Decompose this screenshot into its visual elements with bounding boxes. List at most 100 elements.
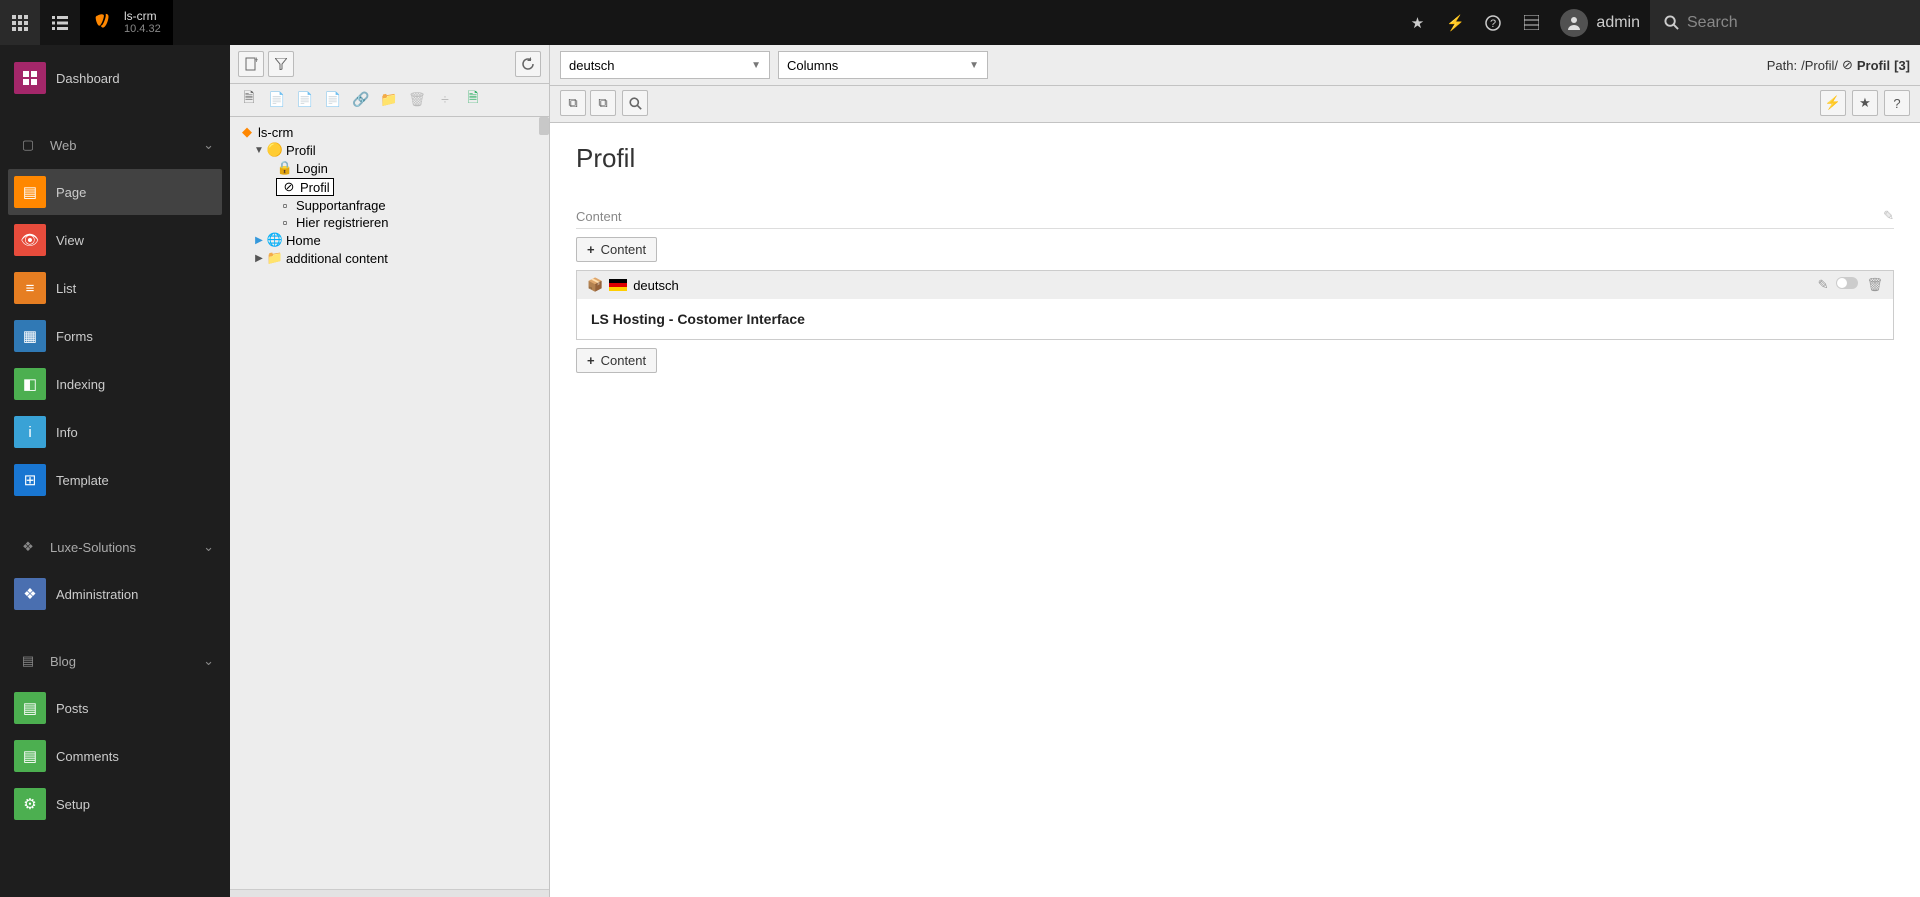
module-comments[interactable]: ▤ Comments <box>8 733 222 779</box>
refresh-button[interactable] <box>515 51 541 77</box>
column-header: Content ✎ <box>576 204 1894 229</box>
admin-icon: ❖ <box>14 578 46 610</box>
flag-de-icon <box>609 279 627 291</box>
file-icon: ▢ <box>16 133 40 157</box>
column-resize-handle[interactable] <box>546 45 552 897</box>
page-plus-icon: ▫ <box>276 215 294 230</box>
cube-icon: ❖ <box>16 535 40 559</box>
topbar: ls-crm 10.4.32 ★ ⚡ ? admin Search <box>0 0 1920 45</box>
module-group-blog[interactable]: ▤ Blog ⌄ <box>0 639 230 683</box>
plugin-icon: 📦 <box>587 277 603 293</box>
user-menu[interactable]: admin <box>1550 0 1650 45</box>
folder-icon: 📁 <box>266 250 284 266</box>
list-toggle-icon[interactable] <box>40 0 80 45</box>
collapse-icon[interactable]: ▼ <box>252 145 266 156</box>
page-icon: ▫ <box>276 198 294 213</box>
module-view[interactable]: 👁 View <box>8 217 222 263</box>
typo3-icon: ◆ <box>238 124 256 140</box>
app-list-icon[interactable] <box>1512 0 1550 45</box>
list-icon: ≡ <box>14 272 46 304</box>
module-list[interactable]: ≡ List <box>8 265 222 311</box>
module-forms[interactable]: ▦ Forms <box>8 313 222 359</box>
expand-all-button[interactable]: ⧉ <box>590 90 616 116</box>
search-input[interactable]: Search <box>1650 0 1920 45</box>
indexing-icon: ◧ <box>14 368 46 400</box>
new-doc-icon[interactable]: 🗎 <box>238 88 260 110</box>
page-green-icon[interactable]: 🗎 <box>462 88 484 110</box>
module-administration[interactable]: ❖ Administration <box>8 571 222 617</box>
module-posts[interactable]: ▤ Posts <box>8 685 222 731</box>
expand-icon[interactable]: ▶ <box>252 235 266 246</box>
tree-root[interactable]: ◆ ls-crm <box>234 123 545 141</box>
page-icon: ▤ <box>14 176 46 208</box>
flash-icon[interactable]: ⚡ <box>1436 0 1474 45</box>
chevron-down-icon: ⌄ <box>203 653 214 669</box>
module-group-web[interactable]: ▢ Web ⌄ <box>0 123 230 167</box>
tree-node[interactable]: ▫ Supportanfrage <box>234 197 545 214</box>
chevron-down-icon: ⌄ <box>203 539 214 555</box>
delete-icon[interactable]: 🗑 <box>1866 277 1883 293</box>
page-user-icon[interactable]: 📄 <box>266 88 288 110</box>
edit-column-icon[interactable]: ✎ <box>1883 208 1894 224</box>
module-dashboard[interactable]: Dashboard <box>8 55 222 101</box>
trash-icon: 🗑 <box>406 88 428 110</box>
clear-cache-button[interactable]: ⚡ <box>1820 90 1846 116</box>
page-restricted-icon: ⊘ <box>280 179 298 195</box>
chevron-down-icon: ▼ <box>969 60 979 71</box>
modules-grid-icon[interactable] <box>0 0 40 45</box>
version-label: 10.4.32 <box>124 23 161 36</box>
setup-icon: ⚙ <box>14 788 46 820</box>
module-template[interactable]: ⊞ Template <box>8 457 222 503</box>
tree-node[interactable]: 🔒 Login <box>234 159 545 177</box>
add-content-button[interactable]: + Content <box>576 348 657 373</box>
tree-resize-handle[interactable] <box>230 889 549 897</box>
page-right-icon[interactable]: 📄 <box>294 88 316 110</box>
module-page[interactable]: ▤ Page <box>8 169 222 215</box>
search-placeholder: Search <box>1687 14 1738 32</box>
module-indexing[interactable]: ◧ Indexing <box>8 361 222 407</box>
tree-node[interactable]: ▶ 🌐 Home <box>234 231 545 249</box>
module-info[interactable]: i Info <box>8 409 222 455</box>
comments-icon: ▤ <box>14 740 46 772</box>
page-icon: 🟡 <box>266 142 284 158</box>
link-icon: 🔗 <box>350 88 372 110</box>
page-tree: ◆ ls-crm ▼ 🟡 Profil 🔒 Login ⊘ Profil ▫ S <box>230 117 549 897</box>
help-button[interactable]: ? <box>1884 90 1910 116</box>
help-icon[interactable]: ? <box>1474 0 1512 45</box>
expand-icon[interactable]: ▶ <box>252 253 266 264</box>
bookmark-button[interactable]: ★ <box>1852 90 1878 116</box>
module-group-luxe[interactable]: ❖ Luxe-Solutions ⌄ <box>0 525 230 569</box>
bookmark-icon[interactable]: ★ <box>1398 0 1436 45</box>
layout-select[interactable]: Columns ▼ <box>778 51 988 79</box>
search-content-button[interactable] <box>622 90 648 116</box>
filter-button[interactable] <box>268 51 294 77</box>
site-name: ls-crm <box>124 9 161 23</box>
new-page-button[interactable]: + <box>238 51 264 77</box>
avatar-icon <box>1560 9 1588 37</box>
plus-icon: + <box>587 353 595 368</box>
tree-node-selected[interactable]: ⊘ Profil <box>234 177 545 197</box>
divide-icon: ÷ <box>434 88 456 110</box>
page-delete-icon[interactable]: 📄 <box>322 88 344 110</box>
content-element-title: LS Hosting - Costomer Interface <box>591 311 1879 327</box>
chevron-down-icon: ⌄ <box>203 137 214 153</box>
toggle-icon[interactable] <box>1836 277 1858 293</box>
tree-node[interactable]: ▼ 🟡 Profil <box>234 141 545 159</box>
blog-icon: ▤ <box>16 649 40 673</box>
chevron-down-icon: ▼ <box>751 60 761 71</box>
search-icon <box>1664 15 1679 30</box>
module-setup[interactable]: ⚙ Setup <box>8 781 222 827</box>
content-element[interactable]: 📦 deutsch ✎ 🗑 LS Hosting - Costomer Inte… <box>576 270 1894 340</box>
edit-icon[interactable]: ✎ <box>1818 277 1829 293</box>
page-title: Profil <box>576 143 1894 174</box>
collapse-all-button[interactable]: ⧉ <box>560 90 586 116</box>
site-logo[interactable]: ls-crm 10.4.32 <box>80 0 173 45</box>
username-label: admin <box>1596 14 1640 32</box>
module-menu: Dashboard ▢ Web ⌄ ▤ Page 👁 View ≡ List ▦… <box>0 45 230 897</box>
language-select[interactable]: deutsch ▼ <box>560 51 770 79</box>
breadcrumb-path: Path: /Profil/ ⊘ Profil [3] <box>1767 57 1910 73</box>
tree-node[interactable]: ▫ Hier registrieren <box>234 214 545 231</box>
add-content-button[interactable]: + Content <box>576 237 657 262</box>
posts-icon: ▤ <box>14 692 46 724</box>
tree-node[interactable]: ▶ 📁 additional content <box>234 249 545 267</box>
